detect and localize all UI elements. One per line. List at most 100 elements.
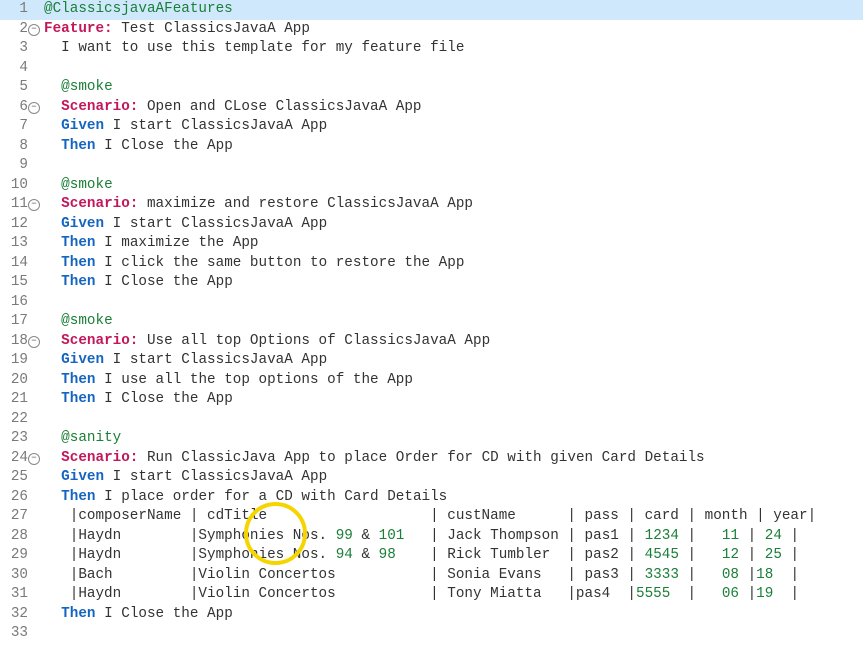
code-content[interactable]: Then I use all the top options of the Ap… [40, 371, 863, 391]
code-line[interactable]: 1@ClassicsjavaAFeatures [0, 0, 863, 20]
fold-gutter[interactable]: − [30, 20, 40, 40]
code-content[interactable]: @smoke [40, 176, 863, 196]
code-content[interactable] [40, 624, 863, 644]
fold-gutter [30, 117, 40, 137]
code-line[interactable]: 33 [0, 624, 863, 644]
code-line[interactable]: 3 I want to use this template for my fea… [0, 39, 863, 59]
code-line[interactable]: 15 Then I Close the App [0, 273, 863, 293]
token-plain [44, 372, 61, 388]
code-line[interactable]: 17 @smoke [0, 312, 863, 332]
code-line[interactable]: 26 Then I place order for a CD with Card… [0, 488, 863, 508]
code-line[interactable]: 14 Then I click the same button to resto… [0, 254, 863, 274]
code-line[interactable]: 4 [0, 59, 863, 79]
code-content[interactable]: Given I start ClassicsJavaA App [40, 468, 863, 488]
fold-gutter [30, 59, 40, 79]
code-line[interactable]: 18− Scenario: Use all top Options of Cla… [0, 332, 863, 352]
code-line[interactable]: 10 @smoke [0, 176, 863, 196]
token-plain: | [679, 547, 722, 563]
code-content[interactable]: Feature: Test ClassicsJavaA App [40, 20, 863, 40]
code-line[interactable]: 31 |Haydn |Violin Concertos | Tony Miatt… [0, 585, 863, 605]
fold-toggle-icon[interactable]: − [28, 102, 40, 114]
code-line[interactable]: 2−Feature: Test ClassicsJavaA App [0, 20, 863, 40]
code-line[interactable]: 16 [0, 293, 863, 313]
code-content[interactable]: Then I Close the App [40, 137, 863, 157]
code-content[interactable]: Then I place order for a CD with Card De… [40, 488, 863, 508]
fold-gutter[interactable]: − [30, 98, 40, 118]
token-stepkw: Then [61, 606, 95, 622]
code-line[interactable]: 30 |Bach |Violin Concertos | Sonia Evans… [0, 566, 863, 586]
code-line[interactable]: 32 Then I Close the App [0, 605, 863, 625]
code-content[interactable]: I want to use this template for my featu… [40, 39, 863, 59]
code-content[interactable] [40, 156, 863, 176]
code-line[interactable]: 25 Given I start ClassicsJavaA App [0, 468, 863, 488]
token-plain: I start ClassicsJavaA App [104, 469, 327, 485]
code-line[interactable]: 24− Scenario: Run ClassicJava App to pla… [0, 449, 863, 469]
fold-gutter [30, 254, 40, 274]
fold-gutter[interactable]: − [30, 332, 40, 352]
code-content[interactable]: Then I click the same button to restore … [40, 254, 863, 274]
code-line[interactable]: 11− Scenario: maximize and restore Class… [0, 195, 863, 215]
token-plain [44, 333, 61, 349]
fold-toggle-icon[interactable]: − [28, 453, 40, 465]
token-plain: |Bach |Violin Concertos | Sonia Evans | … [44, 567, 645, 583]
fold-gutter [30, 546, 40, 566]
code-content[interactable]: |Bach |Violin Concertos | Sonia Evans | … [40, 566, 863, 586]
code-line[interactable]: 21 Then I Close the App [0, 390, 863, 410]
code-line[interactable]: 19 Given I start ClassicsJavaA App [0, 351, 863, 371]
token-plain [44, 352, 61, 368]
code-content[interactable] [40, 293, 863, 313]
code-content[interactable]: |composerName | cdTitle | custName | pas… [40, 507, 863, 527]
token-plain: I want to use this template for my featu… [44, 40, 464, 56]
line-number: 32 [0, 605, 30, 625]
code-content[interactable]: Scenario: maximize and restore ClassicsJ… [40, 195, 863, 215]
fold-toggle-icon[interactable]: − [28, 336, 40, 348]
token-plain [44, 196, 61, 212]
token-stepkw: Given [61, 216, 104, 232]
code-content[interactable]: @smoke [40, 78, 863, 98]
code-content[interactable]: |Haydn |Symphonies Nos. 94 & 98 | Rick T… [40, 546, 863, 566]
code-content[interactable]: Scenario: Run ClassicJava App to place O… [40, 449, 863, 469]
code-content[interactable]: @smoke [40, 312, 863, 332]
code-content[interactable]: |Haydn |Symphonies Nos. 99 & 101 | Jack … [40, 527, 863, 547]
code-content[interactable]: |Haydn |Violin Concertos | Tony Miatta |… [40, 585, 863, 605]
code-line[interactable]: 6− Scenario: Open and CLose ClassicsJava… [0, 98, 863, 118]
code-line[interactable]: 12 Given I start ClassicsJavaA App [0, 215, 863, 235]
code-line[interactable]: 22 [0, 410, 863, 430]
code-line[interactable]: 23 @sanity [0, 429, 863, 449]
code-content[interactable]: Given I start ClassicsJavaA App [40, 215, 863, 235]
code-editor[interactable]: 1@ClassicsjavaAFeatures2−Feature: Test C… [0, 0, 863, 651]
code-content[interactable] [40, 59, 863, 79]
code-content[interactable]: Then I Close the App [40, 605, 863, 625]
code-content[interactable]: Given I start ClassicsJavaA App [40, 117, 863, 137]
code-content[interactable]: Given I start ClassicsJavaA App [40, 351, 863, 371]
line-number: 19 [0, 351, 30, 371]
code-content[interactable]: Then I Close the App [40, 390, 863, 410]
fold-gutter[interactable]: − [30, 195, 40, 215]
code-content[interactable]: Then I Close the App [40, 273, 863, 293]
code-line[interactable]: 13 Then I maximize the App [0, 234, 863, 254]
code-line[interactable]: 8 Then I Close the App [0, 137, 863, 157]
code-content[interactable]: Scenario: Open and CLose ClassicsJavaA A… [40, 98, 863, 118]
fold-gutter [30, 429, 40, 449]
code-content[interactable]: @sanity [40, 429, 863, 449]
code-content[interactable] [40, 410, 863, 430]
token-num: 1234 [645, 528, 679, 544]
line-number: 17 [0, 312, 30, 332]
code-line[interactable]: 29 |Haydn |Symphonies Nos. 94 & 98 | Ric… [0, 546, 863, 566]
token-num: 3333 [645, 567, 679, 583]
fold-toggle-icon[interactable]: − [28, 199, 40, 211]
code-line[interactable]: 5 @smoke [0, 78, 863, 98]
code-line[interactable]: 28 |Haydn |Symphonies Nos. 99 & 101 | Ja… [0, 527, 863, 547]
fold-toggle-icon[interactable]: − [28, 24, 40, 36]
code-line[interactable]: 7 Given I start ClassicsJavaA App [0, 117, 863, 137]
fold-gutter [30, 156, 40, 176]
code-line[interactable]: 27 |composerName | cdTitle | custName | … [0, 507, 863, 527]
code-content[interactable]: @ClassicsjavaAFeatures [40, 0, 863, 20]
code-content[interactable]: Then I maximize the App [40, 234, 863, 254]
code-line[interactable]: 20 Then I use all the top options of the… [0, 371, 863, 391]
fold-gutter [30, 585, 40, 605]
code-line[interactable]: 9 [0, 156, 863, 176]
code-content[interactable]: Scenario: Use all top Options of Classic… [40, 332, 863, 352]
token-plain: I start ClassicsJavaA App [104, 216, 327, 232]
fold-gutter[interactable]: − [30, 449, 40, 469]
